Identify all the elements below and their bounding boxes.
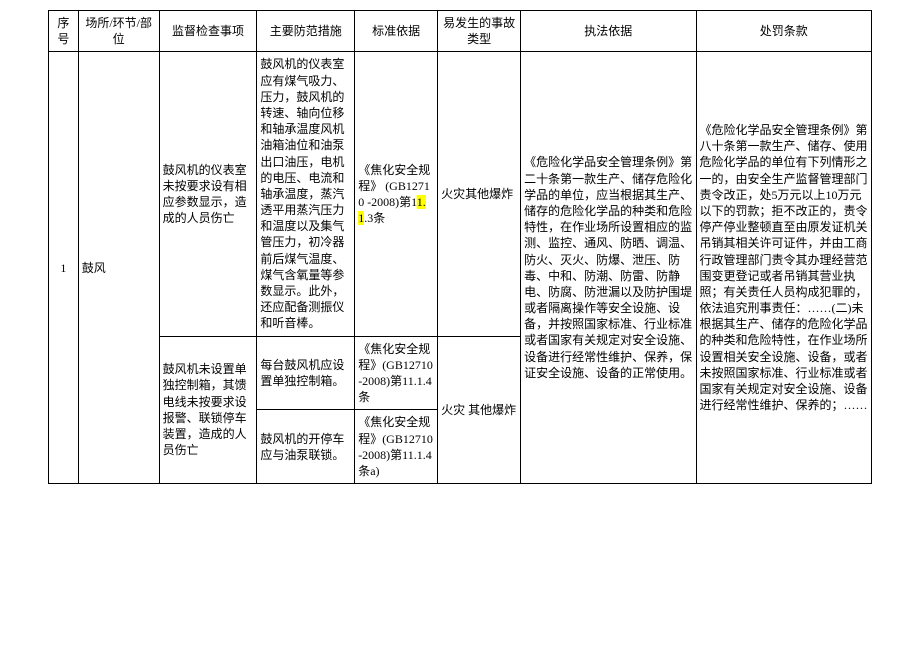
cell-location: 鼓风 [78, 52, 159, 484]
cell-inspection-1: 鼓风机的仪表室未按要求设有相应参数显示，造成的人员伤亡 [159, 52, 257, 336]
header-location: 场所/环节/部位 [78, 11, 159, 52]
cell-seq: 1 [49, 52, 79, 484]
header-lawbasis: 执法依据 [521, 11, 696, 52]
cell-measures-2b: 鼓风机的开停车应与油泵联锁。 [257, 410, 355, 484]
cell-standard-1: 《焦化安全规程》 (GB12710 -2008)第11.1.3条 [355, 52, 438, 336]
cell-penalty: 《危险化学品安全管理条例》第八十条第一款生产、储存、使用危险化学品的单位有下列情… [696, 52, 872, 484]
header-penalty: 处罚条款 [696, 11, 872, 52]
header-inspection: 监督检查事项 [159, 11, 257, 52]
cell-measures-2a: 每台鼓风机应设置单独控制箱。 [257, 336, 355, 410]
cell-accident-1: 火灾其他爆炸 [438, 52, 521, 336]
cell-accident-2: 火灾 其他爆炸 [438, 336, 521, 484]
std1-part-c: .3条 [364, 211, 385, 225]
cell-standard-2a: 《焦化安全规程》(GB12710 -2008)第11.1.4条 [355, 336, 438, 410]
header-measures: 主要防范措施 [257, 11, 355, 52]
cell-inspection-2: 鼓风机未设置单独控制箱，其馈电线未按要求设报警、联锁停车装置，造成的人员伤亡 [159, 336, 257, 484]
cell-standard-2b: 《焦化安全规程》(GB12710 -2008)第11.1.4条a) [355, 410, 438, 484]
header-standard: 标准依据 [355, 11, 438, 52]
table-row: 1 鼓风 鼓风机的仪表室未按要求设有相应参数显示，造成的人员伤亡 鼓风机的仪表室… [49, 52, 872, 336]
regulation-table: 序号 场所/环节/部位 监督检查事项 主要防范措施 标准依据 易发生的事故类型 … [48, 10, 872, 484]
cell-measures-1: 鼓风机的仪表室应有煤气吸力、压力，鼓风机的转速、轴向位移和轴承温度风机油箱油位和… [257, 52, 355, 336]
header-row: 序号 场所/环节/部位 监督检查事项 主要防范措施 标准依据 易发生的事故类型 … [49, 11, 872, 52]
cell-lawbasis: 《危险化学品安全管理条例》第二十条第一款生产、储存危险化学品的单位，应当根据其生… [521, 52, 696, 484]
header-seq: 序号 [49, 11, 79, 52]
header-accident: 易发生的事故类型 [438, 11, 521, 52]
